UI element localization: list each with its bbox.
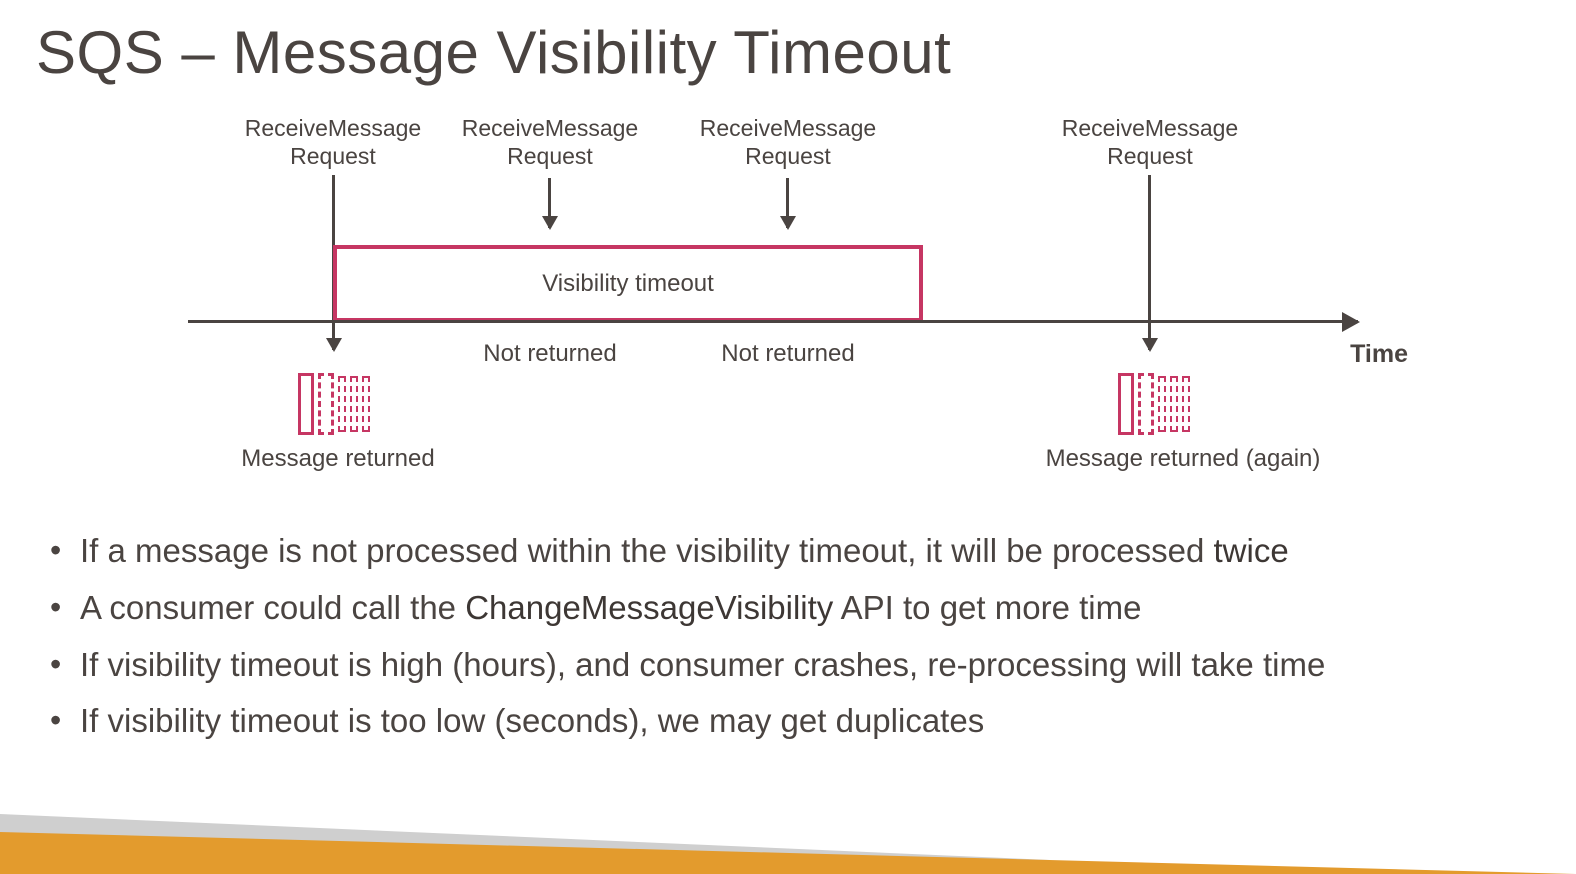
bullet-item: If visibility timeout is too low (second… bbox=[50, 695, 1526, 748]
request-label-text: ReceiveMessage bbox=[1062, 115, 1238, 141]
message-rect-dashed-icon bbox=[1138, 373, 1154, 435]
message-rect-dashed-icon bbox=[350, 376, 358, 432]
bullet-item: If visibility timeout is high (hours), a… bbox=[50, 639, 1526, 692]
bullet-bold: twice bbox=[1214, 532, 1289, 569]
request-label-2: ReceiveMessage Request bbox=[440, 115, 660, 170]
bullet-text: API to get more time bbox=[833, 589, 1141, 626]
visibility-diagram: ReceiveMessage Request ReceiveMessage Re… bbox=[188, 115, 1388, 495]
message-rect-dashed-icon bbox=[1170, 376, 1178, 432]
bullet-list: If a message is not processed within the… bbox=[50, 525, 1526, 752]
arrow-down-2 bbox=[548, 178, 551, 228]
bullet-text: If visibility timeout is too low (second… bbox=[80, 702, 984, 739]
bullet-text: A consumer could call the bbox=[80, 589, 465, 626]
request-label-1: ReceiveMessage Request bbox=[223, 115, 443, 170]
message-rect-dashed-icon bbox=[362, 376, 370, 432]
arrow-down-3 bbox=[786, 178, 789, 228]
message-glyph-1 bbox=[298, 373, 370, 435]
request-label-3: ReceiveMessage Request bbox=[678, 115, 898, 170]
message-rect-icon bbox=[298, 373, 314, 435]
message-rect-dashed-icon bbox=[318, 373, 334, 435]
visibility-timeout-label: Visibility timeout bbox=[542, 270, 714, 298]
message-rect-dashed-icon bbox=[1182, 376, 1190, 432]
bullet-item: A consumer could call the ChangeMessageV… bbox=[50, 582, 1526, 635]
visibility-timeout-box: Visibility timeout bbox=[333, 245, 923, 322]
request-label-text: ReceiveMessage bbox=[245, 115, 421, 141]
footer-decoration bbox=[0, 814, 1576, 874]
bullet-text: If a message is not processed within the… bbox=[80, 532, 1214, 569]
message-rect-icon bbox=[1118, 373, 1134, 435]
time-axis-label: Time bbox=[1350, 340, 1408, 369]
message-glyph-2 bbox=[1118, 373, 1190, 435]
request-label-text: ReceiveMessage bbox=[462, 115, 638, 141]
request-label-text: ReceiveMessage bbox=[700, 115, 876, 141]
message-rect-dashed-icon bbox=[338, 376, 346, 432]
request-label-text: Request bbox=[1107, 143, 1193, 169]
message-returned-label-1: Message returned bbox=[213, 445, 463, 473]
request-label-text: Request bbox=[290, 143, 376, 169]
message-returned-label-2: Message returned (again) bbox=[1023, 445, 1343, 473]
request-label-4: ReceiveMessage Request bbox=[1040, 115, 1260, 170]
arrow-down-4 bbox=[1148, 175, 1151, 350]
request-label-text: Request bbox=[745, 143, 831, 169]
bullet-item: If a message is not processed within the… bbox=[50, 525, 1526, 578]
time-axis bbox=[188, 320, 1358, 323]
bullet-bold: ChangeMessageVisibility bbox=[465, 589, 833, 626]
bullet-text: If visibility timeout is high (hours), a… bbox=[80, 646, 1325, 683]
request-label-text: Request bbox=[507, 143, 593, 169]
not-returned-label-2: Not returned bbox=[688, 340, 888, 368]
not-returned-label-1: Not returned bbox=[450, 340, 650, 368]
slide-title: SQS – Message Visibility Timeout bbox=[0, 0, 1576, 87]
message-rect-dashed-icon bbox=[1158, 376, 1166, 432]
